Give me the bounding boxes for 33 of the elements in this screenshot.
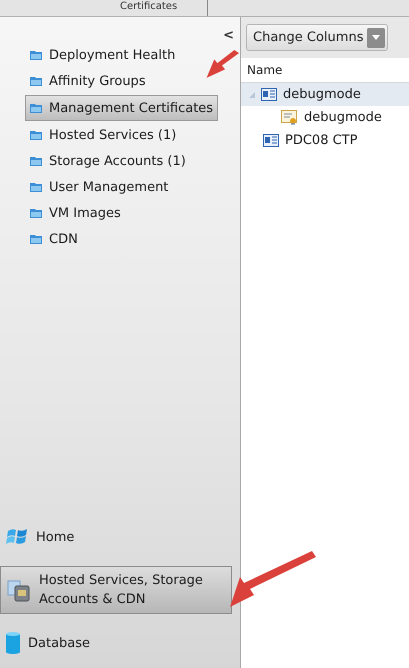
change-columns-dropdown[interactable]: Change Columns xyxy=(246,24,388,51)
collapse-button[interactable]: < xyxy=(223,28,234,43)
nav-item[interactable]: Home xyxy=(0,518,232,556)
tree-row[interactable]: PDC08 CTP xyxy=(241,129,409,152)
tree-row[interactable]: debugmode xyxy=(241,83,409,106)
nav-item[interactable]: Database xyxy=(0,624,232,662)
folder-icon xyxy=(30,208,42,218)
sidebar-item[interactable]: Affinity Groups xyxy=(26,69,150,93)
folder-icon xyxy=(30,130,42,140)
sidebar-item[interactable]: VM Images xyxy=(26,201,125,225)
database-icon xyxy=(6,632,20,654)
arrow xyxy=(205,50,239,81)
folder-icon xyxy=(30,182,42,192)
sidebar-item[interactable]: User Management xyxy=(26,175,172,199)
caret-icon xyxy=(372,35,380,40)
sidebar-item[interactable]: Deployment Health xyxy=(26,43,180,67)
expander-icon[interactable] xyxy=(249,92,255,98)
subscription-icon xyxy=(261,88,277,101)
folder-icon xyxy=(30,103,42,113)
sidebar-item[interactable]: Storage Accounts (1) xyxy=(26,149,190,173)
nav-item[interactable]: Hosted Services, Storage Accounts & CDN xyxy=(0,566,232,614)
server-icon xyxy=(7,578,31,602)
windows-logo-icon xyxy=(6,527,28,547)
folder-icon xyxy=(30,76,42,86)
subscription-icon xyxy=(263,134,279,147)
sidebar-item[interactable]: CDN xyxy=(26,227,82,251)
tree-row[interactable]: debugmode xyxy=(241,106,409,129)
folder-icon xyxy=(30,50,42,60)
certificate-icon xyxy=(281,110,298,125)
folder-icon xyxy=(30,156,42,166)
sidebar-item[interactable]: Management Certificates xyxy=(25,95,218,121)
sidebar-item[interactable]: Hosted Services (1) xyxy=(26,123,180,147)
folder-icon xyxy=(30,234,42,244)
